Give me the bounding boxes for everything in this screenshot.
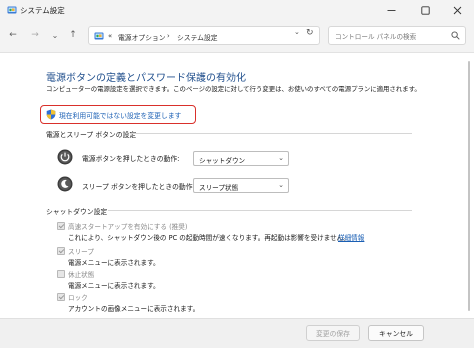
title-bar: システム設定 [0,0,474,20]
hibernate-option-label: 休止状態 [68,271,95,279]
recent-locations-button[interactable]: ⌄ [48,28,62,42]
control-panel-icon [94,32,104,40]
hibernate-option-description: 電源メニューに表示されます。 [68,282,160,290]
maximize-icon [420,5,430,15]
lock-option-description: アカウントの画像メニューに表示されます。 [68,305,200,313]
minimize-button[interactable] [374,0,408,20]
window-title: システム設定 [20,6,65,15]
power-button-action-select[interactable]: シャットダウン ⌄ [193,151,289,166]
navigation-bar: ← → ⌄ ↑ « 電源オプション › システム設定 ⌄ ↻ コントロール パネ… [0,20,474,53]
address-dropdown-button[interactable]: ⌄ [294,28,304,42]
minimize-icon [387,9,395,11]
vertical-scrollbar[interactable] [466,53,472,315]
fast-startup-description: これにより、シャットダウン後の PC の起動時間が速くなります。再起動は影響を受… [68,234,350,242]
sleep-option-label: スリープ [68,248,94,256]
fast-startup-label: 高速スタートアップを有効にする (推奨) [68,223,188,231]
footer-bar: 変更の保存 キャンセル [0,318,474,348]
forward-arrow-icon: → [31,30,39,40]
chevron-down-icon: ⌄ [294,28,300,36]
breadcrumb-system-settings[interactable]: システム設定 [177,32,218,42]
chevron-down-icon: ⌄ [51,30,59,40]
shutdown-section-title: シャットダウン設定 [46,208,108,216]
breadcrumb-separator[interactable]: › [167,32,170,40]
power-button-action-label: 電源ボタンを押したときの動作: [82,155,180,163]
hibernate-checkbox[interactable] [57,270,65,278]
back-button[interactable]: ← [6,28,20,42]
sleep-button-action-label: スリープ ボタンを押したときの動作: [82,183,195,191]
back-arrow-icon: ← [9,30,17,40]
power-icon [57,149,73,165]
save-changes-button[interactable]: 変更の保存 [306,325,360,341]
close-icon [453,6,461,14]
search-icon [451,31,460,40]
sleep-button-action-value: スリープ状態 [199,184,239,192]
section-divider [108,210,412,211]
change-unavailable-settings-link[interactable]: 現在利用可能ではない設定を変更します [40,105,196,124]
address-bar[interactable]: « 電源オプション › システム設定 [88,26,320,45]
sleep-button-action-select[interactable]: スリープ状態 ⌄ [193,178,289,193]
fast-startup-checkbox[interactable] [57,222,65,230]
close-button[interactable] [440,0,474,20]
scrollbar-thumb[interactable] [468,61,470,311]
cancel-button[interactable]: キャンセル [368,325,424,341]
system-settings-window: システム設定 ← → ⌄ ↑ « 電源オプション › システム設定 ⌄ ↻ コン… [0,0,474,348]
maximize-button[interactable] [408,0,442,20]
search-box[interactable]: コントロール パネルの検索 [328,26,466,45]
more-info-link[interactable]: 詳細情報 [338,232,364,242]
uac-shield-icon [46,109,56,120]
power-button-action-value: シャットダウン [199,157,246,165]
up-arrow-icon: ↑ [69,30,77,40]
control-panel-icon [7,6,17,14]
up-button[interactable]: ↑ [66,28,80,42]
sleep-option-description: 電源メニューに表示されます。 [68,259,160,267]
chevron-down-icon: ⌄ [278,181,284,189]
refresh-button[interactable]: ↻ [306,28,318,42]
lock-option-label: ロック [68,294,88,302]
page-description: コンピューターの電源設定を選択できます。このページの設定に対して行う変更は、お使… [46,85,421,93]
breadcrumb-overflow[interactable]: « [108,32,112,40]
refresh-icon: ↻ [306,28,314,38]
search-input[interactable]: コントロール パネルの検索 [335,31,416,41]
page-title: 電源ボタンの定義とパスワード保護の有効化 [46,73,246,84]
lock-checkbox[interactable] [57,293,65,301]
breadcrumb-power-options[interactable]: 電源オプション [118,32,166,42]
chevron-down-icon: ⌄ [278,154,284,162]
section-divider [130,133,412,134]
sleep-icon [57,176,73,192]
sleep-checkbox[interactable] [57,247,65,255]
forward-button[interactable]: → [28,28,42,42]
change-link-label[interactable]: 現在利用可能ではない設定を変更します [59,110,181,120]
power-section-title: 電源とスリープ ボタンの設定 [46,131,137,139]
